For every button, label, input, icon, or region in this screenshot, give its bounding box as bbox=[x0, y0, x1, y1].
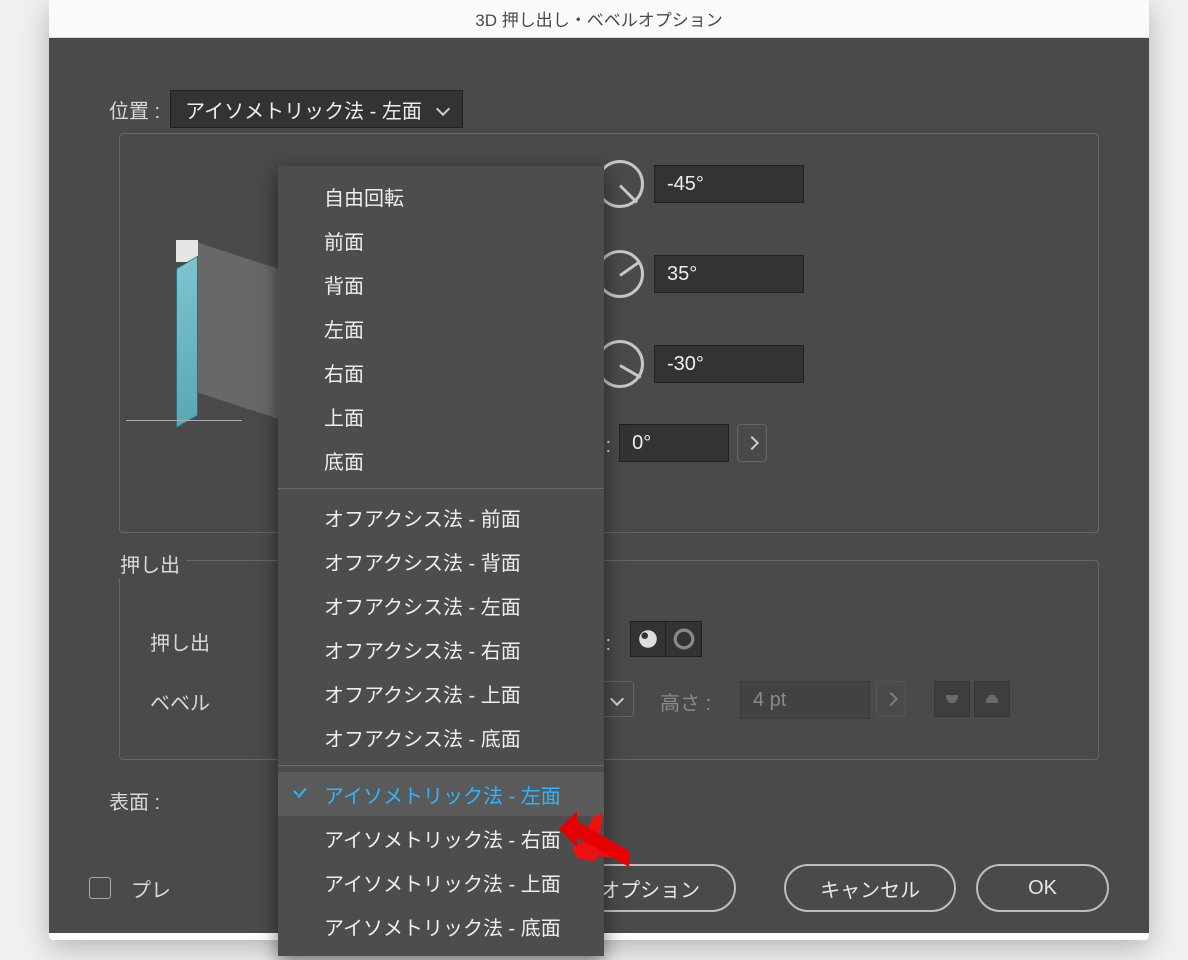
cap-toggle[interactable] bbox=[630, 621, 702, 657]
extrude-section-label: 押し出 bbox=[114, 549, 186, 578]
bevel-extent-in-icon bbox=[974, 681, 1010, 717]
ok-label: OK bbox=[1028, 877, 1057, 900]
cap-on-icon[interactable] bbox=[630, 621, 666, 657]
bevel-height-label: 高さ : bbox=[660, 687, 711, 716]
menu-item[interactable]: 前面 bbox=[278, 218, 604, 262]
perspective-stepper[interactable] bbox=[737, 424, 767, 462]
menu-item[interactable]: 底面 bbox=[278, 438, 604, 482]
menu-separator bbox=[278, 488, 604, 489]
dialog-panel: 位置 : アイソメトリック法 - 左面 bbox=[49, 38, 1149, 933]
extrude-depth-label: 押し出 bbox=[150, 627, 210, 656]
check-icon bbox=[290, 784, 310, 804]
rotate-x-field[interactable] bbox=[654, 165, 804, 203]
chevron-right-icon bbox=[884, 692, 898, 706]
menu-item[interactable]: 上面 bbox=[278, 394, 604, 438]
position-select-value: アイソメトリック法 - 左面 bbox=[185, 95, 422, 124]
menu-item-label: 右面 bbox=[324, 358, 364, 387]
menu-item-label: アイソメトリック法 - 左面 bbox=[324, 780, 561, 809]
menu-item[interactable]: アイソメトリック法 - 底面 bbox=[278, 904, 604, 948]
rotate-z-field[interactable] bbox=[654, 345, 804, 383]
menu-item-label: オフアクシス法 - 上面 bbox=[324, 679, 521, 708]
menu-item-label: アイソメトリック法 - 上面 bbox=[324, 868, 561, 897]
extrude-bevel-group: 押し出 押し出 タ : ベベル 高さ : bbox=[119, 560, 1099, 760]
orientation-cube[interactable] bbox=[176, 262, 280, 432]
menu-item[interactable]: 自由回転 bbox=[278, 174, 604, 218]
bevel-height-field bbox=[740, 681, 870, 719]
cancel-label: キャンセル bbox=[820, 874, 920, 903]
position-label: 位置 : bbox=[109, 95, 160, 124]
chevron-down-icon bbox=[610, 692, 624, 706]
annotation-arrow-icon bbox=[559, 811, 629, 873]
menu-item-label: 前面 bbox=[324, 226, 364, 255]
menu-item[interactable]: アイソメトリック法 - 右面 bbox=[278, 816, 604, 860]
preview-label: プレ bbox=[131, 874, 171, 903]
menu-item[interactable]: アイソメトリック法 - 上面 bbox=[278, 860, 604, 904]
menu-item[interactable]: オフアクシス法 - 右面 bbox=[278, 627, 604, 671]
menu-item-label: オフアクシス法 - 底面 bbox=[324, 723, 521, 752]
menu-item-label: アイソメトリック法 - 底面 bbox=[324, 912, 561, 941]
menu-item[interactable]: オフアクシス法 - 前面 bbox=[278, 495, 604, 539]
menu-item-label: 左面 bbox=[324, 314, 364, 343]
menu-item-label: オフアクシス法 - 左面 bbox=[324, 591, 521, 620]
menu-item-label: 自由回転 bbox=[324, 182, 404, 211]
menu-item[interactable]: オフアクシス法 - 背面 bbox=[278, 539, 604, 583]
cap-off-icon[interactable] bbox=[666, 621, 702, 657]
dialog-window: 3D 押し出し・ベベルオプション 位置 : アイソメトリック法 - 左面 bbox=[49, 0, 1149, 940]
menu-item-label: オフアクシス法 - 前面 bbox=[324, 503, 521, 532]
position-select[interactable]: アイソメトリック法 - 左面 bbox=[170, 90, 463, 128]
menu-item[interactable]: オフアクシス法 - 底面 bbox=[278, 715, 604, 759]
surface-label: 表面 : bbox=[109, 786, 160, 815]
menu-item[interactable]: 背面 bbox=[278, 262, 604, 306]
menu-item-label: 底面 bbox=[324, 446, 364, 475]
rotate-y-field[interactable] bbox=[654, 255, 804, 293]
position-menu[interactable]: 自由回転前面背面左面右面上面底面オフアクシス法 - 前面オフアクシス法 - 背面… bbox=[278, 166, 604, 956]
dialog-title: 3D 押し出し・ベベルオプション bbox=[49, 0, 1149, 38]
menu-item[interactable]: オフアクシス法 - 左面 bbox=[278, 583, 604, 627]
chevron-right-icon bbox=[745, 436, 759, 450]
bevel-shape-select[interactable] bbox=[600, 681, 634, 717]
rotation-group: 近感 : bbox=[119, 133, 1099, 533]
menu-item[interactable]: 右面 bbox=[278, 350, 604, 394]
menu-item-label: 上面 bbox=[324, 402, 364, 431]
menu-item[interactable]: アイソメトリック法 - 左面 bbox=[278, 772, 604, 816]
bevel-extent-out-icon bbox=[934, 681, 970, 717]
bevel-height-stepper bbox=[876, 681, 906, 717]
menu-item[interactable]: 左面 bbox=[278, 306, 604, 350]
menu-separator bbox=[278, 765, 604, 766]
preview-checkbox[interactable] bbox=[89, 877, 111, 899]
bevel-label: ベベル bbox=[150, 687, 210, 716]
menu-item-label: 背面 bbox=[324, 270, 364, 299]
menu-item-label: オフアクシス法 - 右面 bbox=[324, 635, 521, 664]
perspective-field[interactable] bbox=[619, 424, 729, 462]
menu-item[interactable]: オフアクシス法 - 上面 bbox=[278, 671, 604, 715]
cancel-button[interactable]: キャンセル bbox=[784, 864, 956, 912]
menu-item-label: アイソメトリック法 - 右面 bbox=[324, 824, 561, 853]
chevron-down-icon bbox=[436, 102, 450, 116]
menu-item-label: オフアクシス法 - 背面 bbox=[324, 547, 521, 576]
ok-button[interactable]: OK bbox=[976, 864, 1109, 912]
